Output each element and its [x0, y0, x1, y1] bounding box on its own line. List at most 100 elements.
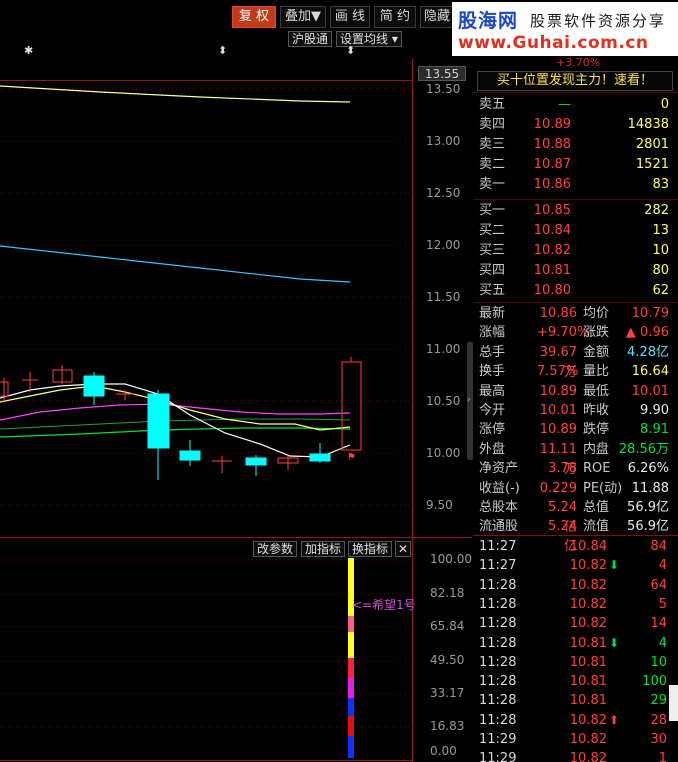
- tick-price: 10.81: [569, 693, 607, 709]
- tick-row[interactable]: 11:28 10.82 64: [477, 576, 677, 595]
- stat-value: 28.56万: [618, 441, 669, 457]
- close-indicator-icon[interactable]: ✕: [395, 541, 412, 557]
- stat-label: 最高: [479, 383, 506, 399]
- price-tick: 13.50: [426, 82, 461, 96]
- level-label: 卖三: [479, 137, 506, 152]
- level-label: 买四: [479, 263, 506, 278]
- tick-row[interactable]: 11:27 10.82 ⬇ 4: [477, 556, 677, 575]
- tick-volume: 28: [650, 712, 667, 728]
- stat-value: 7.57%: [537, 364, 579, 380]
- level-volume: 2801: [635, 137, 669, 152]
- level-price: 10.88: [533, 137, 571, 152]
- tick-row[interactable]: 11:28 10.81 ⬇ 4: [477, 634, 677, 653]
- stat-value: 16.64: [631, 364, 669, 380]
- bid-row[interactable]: 买二 10.84 13: [477, 221, 677, 241]
- cut-off-change: +3.70%: [556, 56, 601, 69]
- level-price: 10.84: [533, 223, 571, 238]
- stat-value: 10.89: [539, 422, 577, 438]
- stat-row: 外盘 11.11万 内盘 28.56万: [477, 440, 677, 477]
- tick-row[interactable]: 11:27 10.84 84: [477, 537, 677, 556]
- ma-long-blue-line: [0, 245, 351, 283]
- stat-value: 10.86: [539, 306, 577, 321]
- ask-row[interactable]: 卖三 10.88 2801: [477, 135, 677, 155]
- tick-price: 10.82: [569, 732, 607, 747]
- ask-row[interactable]: 卖二 10.87 1521: [477, 155, 677, 175]
- bid-row[interactable]: 买四 10.81 80: [477, 261, 677, 281]
- indicator-tick: 100.00: [430, 552, 472, 566]
- indicator-name-label: <=希望1号: [352, 598, 416, 612]
- tick-price: 10.82: [569, 577, 607, 593]
- collapse-arrow-icon[interactable]: ›: [467, 390, 473, 410]
- promo-link[interactable]: 买十位置发现主力！速看！: [477, 71, 673, 91]
- ask-row[interactable]: 卖四 10.89 14838: [477, 115, 677, 135]
- price-tick: 12.00: [426, 238, 461, 252]
- tick-time: 11:28: [479, 712, 517, 728]
- stat-row: 换手 7.57% 量比 16.64: [477, 362, 677, 382]
- switch-indicator-button[interactable]: 换指标: [348, 541, 393, 557]
- stat-label: 外盘: [479, 441, 506, 457]
- edit-params-button[interactable]: 改参数: [253, 541, 298, 557]
- candle-up: [52, 365, 73, 384]
- stat-label: ROE: [583, 461, 611, 477]
- tick-price: 10.82: [569, 712, 607, 728]
- candle-up: [212, 456, 232, 473]
- tick-row[interactable]: 11:29 10.82 1: [477, 749, 677, 762]
- tick-time: 11:29: [479, 732, 517, 747]
- candle-down: [83, 372, 105, 405]
- level-label: 买三: [479, 243, 506, 258]
- tick-volume: 4: [658, 635, 667, 651]
- side-tab[interactable]: [669, 685, 678, 721]
- tick-price: 10.81: [569, 654, 607, 670]
- stat-row: 收益(-) 0.229 PE(动) 11.88: [477, 479, 677, 499]
- tick-volume: 64: [650, 577, 667, 593]
- price-tick: 10.50: [426, 394, 461, 408]
- stat-value: 56.9亿: [627, 500, 669, 515]
- limit-up-flag-icon: ⚑: [347, 452, 356, 463]
- stat-label: 金额: [583, 344, 610, 360]
- stat-label: PE(动): [583, 480, 623, 496]
- tick-volume: 4: [658, 558, 667, 574]
- level-price: 10.80: [533, 283, 571, 298]
- level-price: —: [558, 97, 571, 112]
- stat-label: 今开: [479, 403, 506, 418]
- tick-row[interactable]: 11:29 10.82 30: [477, 730, 677, 749]
- indicator-tick: 0.00: [430, 744, 457, 758]
- tick-row[interactable]: 11:28 10.82 ⬆ 28: [477, 711, 677, 730]
- level-volume: 0: [660, 97, 669, 112]
- tick-price: 10.82: [569, 751, 607, 762]
- tick-time: 11:28: [479, 674, 517, 690]
- tick-row[interactable]: 11:28 10.81 29: [477, 691, 677, 710]
- tick-row[interactable]: 11:28 10.82 14: [477, 614, 677, 633]
- ask-row[interactable]: 卖五 — 0: [477, 95, 677, 115]
- candle-down: [179, 440, 201, 466]
- tick-time: 11:28: [479, 635, 517, 651]
- level-label: 卖一: [479, 177, 506, 192]
- tick-volume: 30: [650, 732, 667, 747]
- stat-row: 总股本 5.24亿 总值 56.9亿: [477, 498, 677, 535]
- tick-row[interactable]: 11:28 10.81 10: [477, 653, 677, 672]
- level-label: 卖五: [479, 97, 506, 112]
- tick-volume: 29: [650, 693, 667, 709]
- stat-row: 净资产 3.78 ROE 6.26%: [477, 459, 677, 479]
- candle-up: [116, 390, 134, 400]
- level-label: 买五: [479, 283, 506, 298]
- bid-row[interactable]: 买三 10.82 10: [477, 241, 677, 261]
- ask-row[interactable]: 卖一 10.86 83: [477, 175, 677, 195]
- tick-row[interactable]: 11:28 10.82 5: [477, 595, 677, 614]
- tick-price: 10.84: [569, 539, 607, 554]
- arrow-down-icon: ⬇: [609, 635, 620, 650]
- stat-row: 总手 39.67万 金额 4.28亿: [477, 343, 677, 380]
- candle-down: [147, 390, 170, 480]
- tick-time: 11:28: [479, 616, 517, 632]
- add-indicator-button[interactable]: 加指标: [301, 541, 346, 557]
- level-price: 10.82: [533, 243, 571, 258]
- level-volume: 14838: [627, 117, 669, 132]
- stat-value: 4.28亿: [627, 344, 669, 360]
- indicator-tick: 33.17: [430, 686, 465, 700]
- bid-row[interactable]: 买五 10.80 62: [477, 281, 677, 301]
- stat-row: 涨幅 +9.70% 涨跌 ▲ 0.96: [477, 323, 677, 343]
- tick-row[interactable]: 11:28 10.81 100: [477, 672, 677, 691]
- bid-row[interactable]: 买一 10.85 282: [477, 201, 677, 221]
- stat-label: 内盘: [583, 441, 610, 457]
- level-price: 10.85: [533, 203, 571, 218]
